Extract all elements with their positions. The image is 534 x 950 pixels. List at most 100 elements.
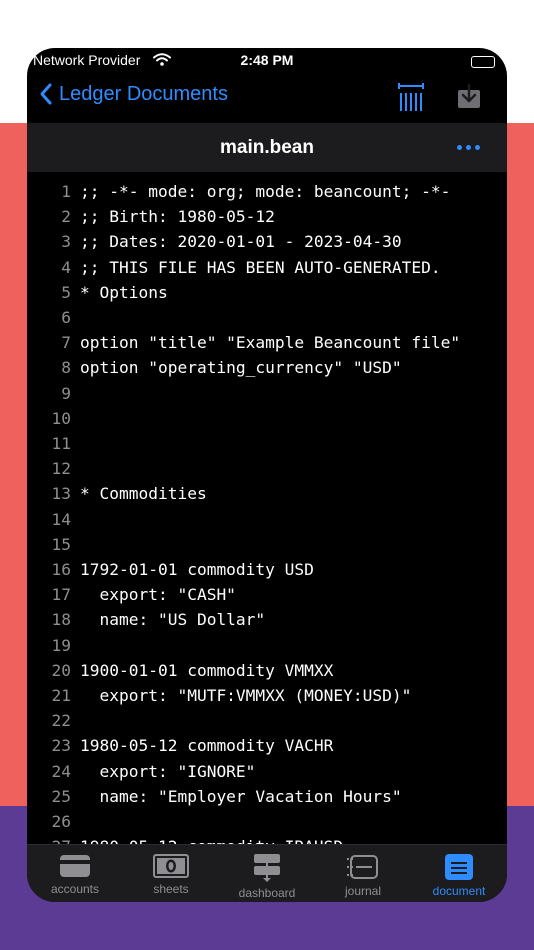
line-text: export: "CASH" — [80, 585, 236, 605]
code-line: 3 ;; Dates: 2020-01-01 - 2023-04-30 — [27, 229, 507, 254]
tab-sheets[interactable]: sheets — [123, 845, 219, 902]
more-options-button[interactable] — [457, 145, 480, 150]
line-text: option "title" "Example Beancount file" — [80, 333, 461, 353]
code-line: 26 — [27, 809, 507, 834]
back-button-label: Ledger Documents — [59, 82, 228, 105]
line-text: ;; -*- mode: org; mode: beancount; -*- — [80, 182, 451, 201]
tab-label: sheets — [153, 882, 189, 896]
line-number: 27 — [27, 834, 72, 844]
more-dots-icon — [457, 145, 462, 150]
code-line: 23 1980-05-12 commodity VACHR — [27, 733, 507, 758]
tab-dashboard[interactable]: dashboard — [219, 845, 315, 902]
line-number: 12 — [51, 459, 72, 479]
code-line: 4 ;; THIS FILE HAS BEEN AUTO-GENERATED. — [27, 255, 507, 280]
code-line: 20 1900-01-01 commodity VMMXX — [27, 658, 507, 683]
line-text: * Options — [80, 282, 168, 302]
code-editor[interactable]: 1 ;; -*- mode: org; mode: beancount; -*- 2… — [27, 172, 507, 844]
line-width-button[interactable] — [397, 82, 425, 117]
line-number: 16 — [51, 560, 72, 579]
tab-document[interactable]: document — [411, 845, 507, 902]
ruler-icon — [398, 83, 424, 111]
line-number: 11 — [51, 434, 72, 453]
line-number: 24 — [51, 761, 72, 781]
document-title-bar: main.bean — [27, 123, 507, 172]
clock: 2:48 PM — [240, 52, 294, 68]
line-number: 6 — [61, 308, 71, 327]
tab-journal[interactable]: journal — [315, 845, 411, 902]
phone-screen: Network Provider 2:48 PM Ledger Document… — [27, 48, 507, 902]
code-line: 6 — [27, 305, 507, 330]
line-text: * Commodities — [80, 484, 207, 504]
status-bar: Network Provider 2:48 PM — [27, 48, 507, 72]
card-icon — [60, 855, 90, 877]
code-line: 25 name: "Employer Vacation Hours" — [27, 784, 507, 809]
code-line: 2 ;; Birth: 1980-05-12 — [27, 204, 507, 229]
more-dots-icon — [475, 145, 480, 150]
line-number: 7 — [61, 333, 71, 353]
line-number: 1 — [61, 182, 71, 201]
code-line: 5 * Options — [27, 280, 507, 305]
code-line: 8 option "operating_currency" "USD" — [27, 355, 507, 380]
line-number: 17 — [51, 585, 72, 605]
line-number: 25 — [51, 786, 72, 806]
line-number: 26 — [51, 812, 72, 831]
code-line: 1 ;; -*- mode: org; mode: beancount; -*- — [27, 179, 507, 204]
line-number: 8 — [61, 358, 71, 378]
line-text: 1980-05-12 commodity IRAUSD — [80, 834, 343, 844]
code-line: 15 — [27, 532, 507, 557]
line-text: name: "US Dollar" — [80, 610, 266, 630]
line-number: 15 — [51, 534, 72, 554]
chevron-left-icon — [40, 83, 52, 105]
tab-accounts[interactable]: accounts — [27, 845, 123, 902]
line-text: 1900-01-01 commodity VMMXX — [80, 660, 334, 680]
code-line: 16 1792-01-01 commodity USD — [27, 557, 507, 582]
more-dots-icon — [466, 145, 471, 150]
code-line: 10 — [27, 406, 507, 431]
line-number: 2 — [61, 207, 71, 227]
document-icon — [445, 854, 473, 880]
line-text: ;; THIS FILE HAS BEEN AUTO-GENERATED. — [80, 257, 441, 277]
back-button[interactable]: Ledger Documents — [39, 82, 228, 106]
line-text: ;; Dates: 2020-01-01 - 2023-04-30 — [80, 232, 402, 252]
tab-bar: accounts sheets dashboard journal docume… — [27, 844, 507, 902]
download-button[interactable] — [457, 82, 481, 115]
tab-label: accounts — [50, 882, 100, 896]
line-text: export: "MUTF:VMMXX (MONEY:USD)" — [80, 686, 412, 705]
code-line: 13 * Commodities — [27, 481, 507, 506]
line-number: 9 — [61, 383, 71, 403]
code-line: 24 export: "IGNORE" — [27, 759, 507, 784]
line-number: 4 — [61, 257, 71, 277]
line-number: 18 — [51, 610, 72, 630]
code-line: 18 name: "US Dollar" — [27, 607, 507, 632]
code-line: 21 export: "MUTF:VMMXX (MONEY:USD)" — [27, 683, 507, 708]
document-title: main.bean — [220, 137, 314, 158]
line-number: 21 — [51, 686, 72, 705]
line-text: export: "IGNORE" — [80, 761, 256, 781]
journal-icon — [347, 855, 378, 879]
line-number: 3 — [61, 232, 71, 252]
line-number: 23 — [51, 736, 72, 756]
line-text: option "operating_currency" "USD" — [80, 358, 402, 378]
code-line: 14 — [27, 507, 507, 532]
line-text: 1980-05-12 commodity VACHR — [80, 736, 334, 756]
code-line: 17 export: "CASH" — [27, 582, 507, 607]
line-text: 1792-01-01 commodity USD — [80, 560, 314, 579]
tab-label: journal — [344, 884, 382, 898]
tab-label: document — [432, 884, 486, 898]
line-text: name: "Employer Vacation Hours" — [80, 786, 402, 806]
line-text: ;; Birth: 1980-05-12 — [80, 207, 275, 227]
code-line: 7 option "title" "Example Beancount file" — [27, 330, 507, 355]
line-number: 22 — [51, 711, 72, 731]
code-line: 9 — [27, 381, 507, 406]
tab-label: dashboard — [238, 886, 296, 900]
code-line: 12 — [27, 456, 507, 481]
line-number: 5 — [61, 282, 71, 302]
line-number: 20 — [51, 660, 72, 680]
download-tray-icon — [458, 83, 480, 108]
line-number: 10 — [51, 408, 72, 428]
dashboard-icon — [254, 854, 280, 882]
code-line: 19 — [27, 633, 507, 658]
code-line: 11 — [27, 431, 507, 456]
navigation-bar: Ledger Documents — [27, 72, 507, 122]
line-number: 13 — [51, 484, 72, 504]
